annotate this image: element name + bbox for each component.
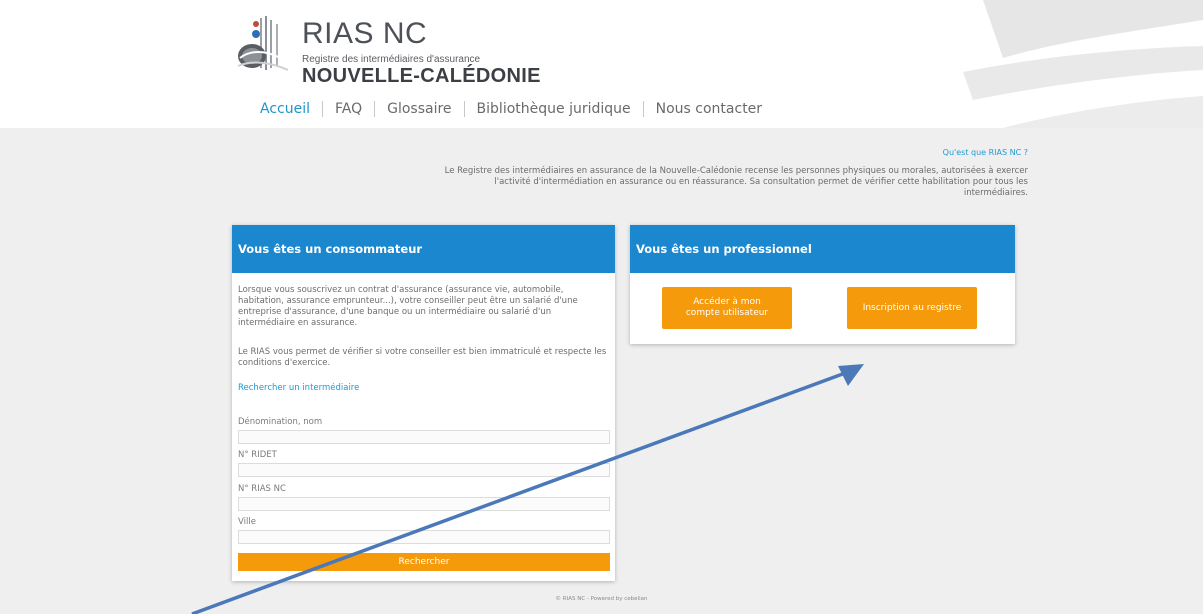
nav-item-bibliotheque[interactable]: Bibliothèque juridique [465, 100, 643, 118]
city-field[interactable] [238, 530, 610, 544]
professional-panel: Vous êtes un professionnel Accéder à mon… [630, 225, 1015, 344]
nav-item-accueil[interactable]: Accueil [248, 100, 322, 118]
site-header: RIAS NC Registre des intermédiaires d'as… [0, 0, 1203, 128]
what-is-rias-link[interactable]: Qu'est que RIAS NC ? [943, 148, 1028, 157]
professional-panel-title: Vous êtes un professionnel [630, 225, 1015, 273]
consumer-paragraph-1: Lorsque vous souscrivez un contrat d'ass… [238, 285, 578, 328]
rias-number-field[interactable] [238, 497, 610, 511]
ridet-field[interactable] [238, 463, 610, 477]
name-field[interactable] [238, 430, 610, 444]
nav-item-faq[interactable]: FAQ [323, 100, 374, 118]
user-account-button[interactable]: Accéder à mon compte utilisateur [662, 287, 792, 329]
nav-item-contact[interactable]: Nous contacter [644, 100, 774, 118]
nav-item-glossaire[interactable]: Glossaire [375, 100, 463, 118]
register-button[interactable]: Inscription au registre [847, 287, 977, 329]
main-nav: Accueil FAQ Glossaire Bibliothèque jurid… [248, 98, 774, 120]
intro-text: Le Registre des intermédiaires en assura… [444, 166, 1028, 198]
ridet-field-label: N° RIDET [238, 450, 277, 460]
main-content: Qu'est que RIAS NC ? Le Registre des int… [0, 128, 1203, 614]
search-button[interactable]: Rechercher [238, 553, 610, 571]
rias-number-field-label: N° RIAS NC [238, 484, 286, 494]
search-intermediary-link[interactable]: Rechercher un intermédiaire [238, 383, 359, 393]
consumer-paragraph-2: Le RIAS vous permet de vérifier si votre… [238, 347, 607, 368]
city-field-label: Ville [238, 517, 256, 527]
decorative-swoosh-graphic [963, 0, 1203, 128]
consumer-panel-title: Vous êtes un consommateur [232, 225, 615, 273]
logo-region: NOUVELLE-CALÉDONIE [302, 65, 541, 87]
name-field-label: Dénomination, nom [238, 417, 323, 427]
site-logo[interactable]: RIAS NC Registre des intermédiaires d'as… [236, 14, 556, 87]
consumer-panel: Vous êtes un consommateur Lorsque vous s… [232, 225, 615, 581]
logo-title: RIAS NC [302, 17, 428, 50]
footer-credits: © RIAS NC - Powered by cebelian [555, 596, 648, 602]
rias-emblem-icon [237, 16, 289, 71]
